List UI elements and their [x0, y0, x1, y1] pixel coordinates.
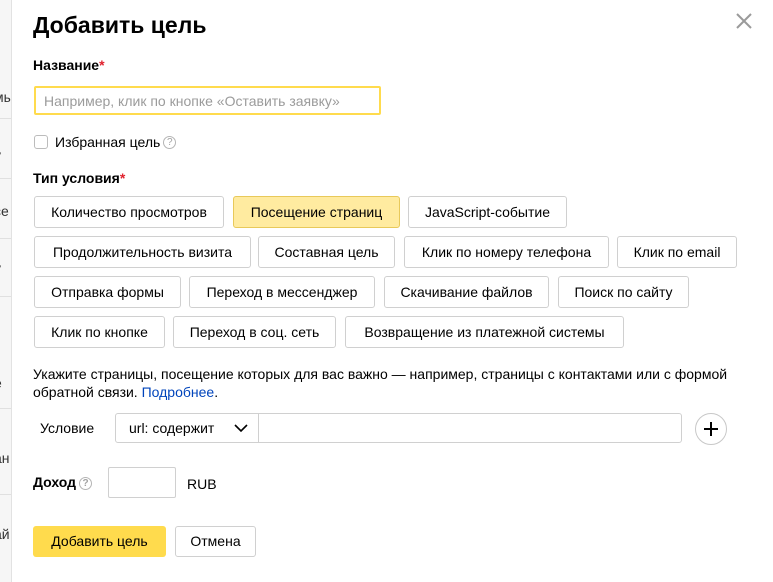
- add-goal-dialog: Добавить цель Название* Избранная цель ?…: [12, 0, 773, 582]
- condition-type-form-submit[interactable]: Отправка формы: [34, 276, 181, 308]
- condition-type-button-click[interactable]: Клик по кнопке: [34, 316, 165, 348]
- income-label: Доход?: [33, 473, 93, 491]
- chevron-down-icon: [234, 424, 248, 433]
- condition-label: Условие: [40, 420, 95, 436]
- help-icon[interactable]: ?: [163, 135, 177, 149]
- condition-type-visit-duration[interactable]: Продолжительность визита: [34, 236, 251, 268]
- background-text-fragment: у: [0, 147, 1, 163]
- condition-operator-value: url: содержит: [129, 420, 215, 436]
- background-page-strip: мы у се у е ан ай: [0, 0, 12, 582]
- condition-operator-select[interactable]: url: содержит: [115, 413, 259, 443]
- condition-type-pageviews[interactable]: Количество просмотров: [34, 196, 224, 228]
- close-icon: [736, 13, 752, 29]
- background-text-fragment: мы: [0, 89, 11, 105]
- help-icon[interactable]: ?: [79, 476, 93, 490]
- close-button[interactable]: [732, 9, 756, 33]
- goal-name-input[interactable]: [34, 86, 381, 115]
- condition-type-javascript-event[interactable]: JavaScript-событие: [408, 196, 567, 228]
- condition-type-social-click[interactable]: Переход в соц. сеть: [173, 316, 336, 348]
- currency-label: RUB: [187, 476, 217, 492]
- condition-hint: Укажите страницы, посещение которых для …: [33, 366, 728, 400]
- required-mark: *: [99, 57, 105, 73]
- name-label: Название*: [33, 57, 105, 73]
- plus-icon: [704, 422, 718, 436]
- condition-type-email-click[interactable]: Клик по email: [617, 236, 737, 268]
- condition-type-messenger[interactable]: Переход в мессенджер: [189, 276, 375, 308]
- condition-type-site-search[interactable]: Поиск по сайту: [558, 276, 689, 308]
- condition-type-phone-click[interactable]: Клик по номеру телефона: [404, 236, 609, 268]
- favorite-goal-row: Избранная цель ?: [34, 134, 177, 150]
- background-text-fragment: ан: [0, 450, 10, 466]
- condition-type-payment-return[interactable]: Возвращение из платежной системы: [345, 316, 624, 348]
- income-input[interactable]: [108, 467, 176, 498]
- add-goal-button[interactable]: Добавить цель: [33, 526, 166, 557]
- background-text-fragment: ай: [0, 526, 10, 542]
- condition-type-page-visit[interactable]: Посещение страниц: [233, 196, 400, 228]
- background-text-fragment: е: [0, 375, 2, 391]
- condition-type-label: Тип условия*: [33, 170, 126, 186]
- condition-type-file-download[interactable]: Скачивание файлов: [384, 276, 549, 308]
- learn-more-link[interactable]: Подробнее: [142, 384, 215, 400]
- favorite-goal-checkbox[interactable]: [34, 135, 48, 149]
- favorite-goal-label: Избранная цель: [55, 134, 161, 150]
- background-text-fragment: у: [0, 260, 1, 276]
- background-text-fragment: се: [0, 203, 9, 219]
- condition-value-input[interactable]: [258, 413, 682, 443]
- cancel-button[interactable]: Отмена: [175, 526, 256, 557]
- required-mark: *: [119, 170, 126, 186]
- dialog-title: Добавить цель: [33, 12, 207, 38]
- add-condition-button[interactable]: [695, 413, 727, 445]
- condition-type-composite-goal[interactable]: Составная цель: [258, 236, 395, 268]
